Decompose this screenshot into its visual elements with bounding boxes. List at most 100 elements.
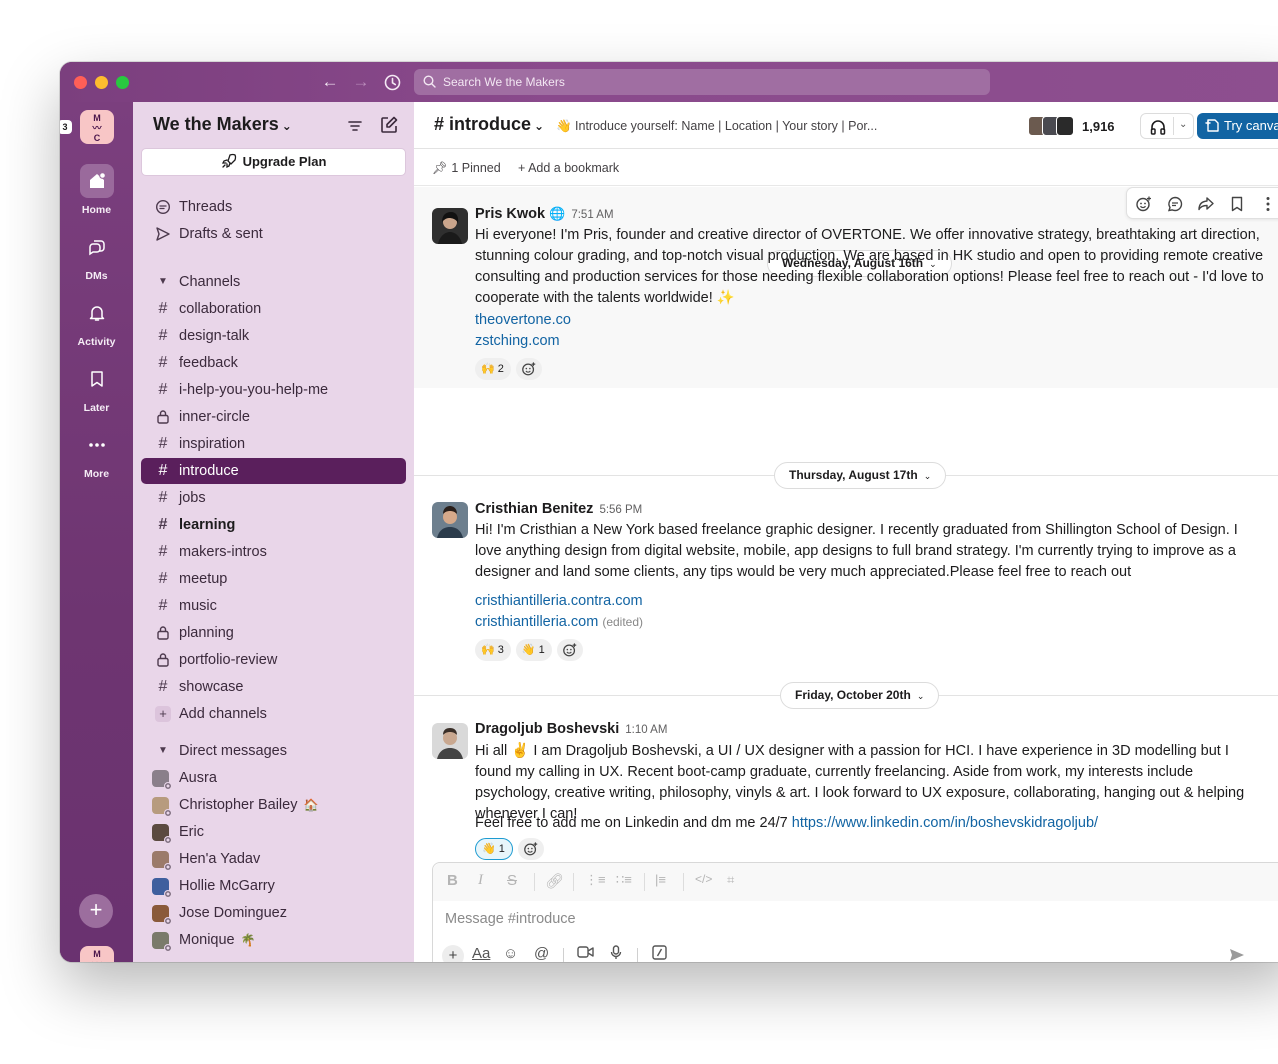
italic-icon[interactable]: I bbox=[478, 872, 483, 889]
add-reaction-button[interactable] bbox=[556, 639, 583, 661]
dm-item[interactable]: Jose Dominguez bbox=[141, 900, 406, 926]
forward-icon[interactable] bbox=[1197, 195, 1215, 213]
date-divider-pill[interactable]: Thursday, August 17th ⌄ bbox=[774, 462, 947, 489]
message-link[interactable]: zstching.com bbox=[475, 333, 560, 349]
message-author[interactable]: Cristhian Benitez 5:56 PM bbox=[475, 501, 642, 517]
forward-arrow-icon[interactable]: → bbox=[350, 71, 372, 93]
link-icon[interactable]: 🔗︎ bbox=[545, 872, 564, 890]
pinned-button[interactable]: 📌︎ 1 Pinned bbox=[432, 161, 501, 176]
bulleted-list-icon[interactable]: ∷≡ bbox=[616, 872, 632, 888]
text-format-button[interactable]: Aa bbox=[472, 945, 490, 962]
channel-name-button[interactable]: # introduce ⌄ bbox=[434, 114, 544, 135]
sidebar-item-showcase[interactable]: # showcase bbox=[141, 674, 406, 700]
chevron-down-icon[interactable]: ⌄ bbox=[1179, 119, 1187, 130]
reaction-pill[interactable]: 🙌 2 bbox=[475, 358, 511, 380]
mention-icon[interactable]: @ bbox=[534, 945, 549, 962]
shortcuts-icon[interactable] bbox=[652, 945, 667, 962]
sidebar-item-feedback[interactable]: # feedback bbox=[141, 350, 406, 376]
ordered-list-icon[interactable]: ⋮≡ bbox=[585, 872, 606, 888]
search-bar[interactable]: Search We the Makers bbox=[414, 69, 990, 95]
more-actions-icon[interactable] bbox=[1259, 195, 1277, 213]
sidebar-item-introduce[interactable]: # introduce bbox=[141, 458, 406, 484]
message-timestamp[interactable]: 5:56 PM bbox=[599, 504, 642, 516]
reply-thread-icon[interactable] bbox=[1166, 195, 1184, 213]
message-avatar[interactable] bbox=[432, 502, 468, 538]
filter-icon[interactable] bbox=[345, 116, 365, 136]
save-bookmark-icon[interactable] bbox=[1228, 195, 1246, 213]
add-reaction-button[interactable] bbox=[517, 838, 544, 860]
add-workspace-button[interactable]: + bbox=[79, 894, 113, 928]
add-channels-button[interactable]: + Add channels bbox=[141, 701, 406, 727]
reaction-pill[interactable]: 🙌 3 bbox=[475, 639, 511, 661]
dm-item[interactable]: Hen'a Yadav bbox=[141, 846, 406, 872]
sidebar-item-collaboration[interactable]: # collaboration bbox=[141, 296, 406, 322]
sidebar-item-meetup[interactable]: # meetup bbox=[141, 566, 406, 592]
sidebar-item-jobs[interactable]: # jobs bbox=[141, 485, 406, 511]
rail-item-later[interactable]: Later bbox=[60, 362, 133, 414]
add-reaction-icon[interactable] bbox=[1135, 195, 1153, 213]
bold-icon[interactable]: B bbox=[447, 872, 458, 889]
reaction-pill[interactable]: 👋 1 bbox=[515, 639, 552, 661]
sidebar-item-threads[interactable]: Threads bbox=[141, 194, 406, 220]
dm-item[interactable]: Monique 🌴 bbox=[141, 927, 406, 953]
upgrade-plan-button[interactable]: Upgrade Plan bbox=[141, 148, 406, 176]
strikethrough-icon[interactable]: S bbox=[507, 872, 517, 889]
workspace-name-button[interactable]: We the Makers ⌄ bbox=[153, 114, 292, 135]
compose-icon[interactable] bbox=[379, 115, 399, 135]
rail-item-more[interactable]: More bbox=[60, 428, 133, 480]
zoom-window-button[interactable] bbox=[116, 76, 129, 89]
blockquote-icon[interactable]: |≡ bbox=[655, 872, 666, 887]
message-avatar[interactable] bbox=[432, 208, 468, 244]
members-button[interactable]: 1,916 bbox=[1028, 114, 1115, 138]
rail-item-activity[interactable]: Activity bbox=[60, 296, 133, 348]
add-bookmark-button[interactable]: + Add a bookmark bbox=[518, 161, 619, 175]
send-button[interactable] bbox=[1229, 948, 1245, 962]
sidebar-item-drafts[interactable]: Drafts & sent bbox=[141, 221, 406, 247]
add-reaction-button[interactable] bbox=[515, 358, 542, 380]
sidebar-item-inspiration[interactable]: # inspiration bbox=[141, 431, 406, 457]
message-author[interactable]: Pris Kwok 🌐 7:51 AM bbox=[475, 206, 614, 222]
dm-section-header[interactable]: ▼ Direct messages bbox=[141, 738, 406, 764]
video-icon[interactable] bbox=[577, 945, 594, 962]
microphone-icon[interactable] bbox=[610, 945, 622, 962]
message-link[interactable]: cristhiantilleria.contra.com bbox=[475, 593, 643, 609]
channel-topic[interactable]: 👋 Introduce yourself: Name | Location | … bbox=[556, 119, 877, 134]
message-link[interactable]: theovertone.co bbox=[475, 312, 571, 328]
sidebar-item-learning[interactable]: # learning bbox=[141, 512, 406, 538]
dm-item[interactable]: Hollie McGarry bbox=[141, 873, 406, 899]
message-link[interactable]: cristhiantilleria.com (edited) bbox=[475, 614, 643, 630]
rail-item-home[interactable]: Home bbox=[60, 164, 133, 216]
channels-section-header[interactable]: ▼ Channels bbox=[141, 269, 406, 295]
reaction-pill[interactable]: 👋 1 bbox=[475, 838, 513, 860]
rail-item-dms[interactable]: DMs bbox=[60, 230, 133, 282]
dm-item[interactable]: Christopher Bailey 🏠 bbox=[141, 792, 406, 818]
dm-item[interactable]: Ausra bbox=[141, 765, 406, 791]
code-icon[interactable]: </> bbox=[695, 872, 712, 886]
code-block-icon[interactable]: ⌗ bbox=[727, 872, 734, 888]
message-input[interactable]: Message #introduce bbox=[445, 911, 576, 927]
sidebar-item-makers-intros[interactable]: # makers-intros bbox=[141, 539, 406, 565]
huddle-button[interactable]: ⌄ bbox=[1140, 113, 1194, 139]
sidebar-item-inner-circle[interactable]: inner-circle bbox=[141, 404, 406, 430]
sidebar-item-i-help-you-you-help-me[interactable]: # i-help-you-you-help-me bbox=[141, 377, 406, 403]
message-avatar[interactable] bbox=[432, 723, 468, 759]
sidebar-item-planning[interactable]: planning bbox=[141, 620, 406, 646]
try-canvas-button[interactable]: Try canva bbox=[1197, 113, 1278, 139]
message-timestamp[interactable]: 7:51 AM bbox=[571, 209, 613, 221]
plus-icon[interactable]: + bbox=[442, 945, 464, 962]
date-divider-pill[interactable]: Friday, October 20th ⌄ bbox=[780, 682, 940, 709]
dm-item[interactable]: Eric bbox=[141, 819, 406, 845]
message-link[interactable]: https://www.linkedin.com/in/boshevskidra… bbox=[792, 815, 1098, 831]
sidebar-item-design-talk[interactable]: # design-talk bbox=[141, 323, 406, 349]
message-timestamp[interactable]: 1:10 AM bbox=[625, 724, 667, 736]
sidebar-item-music[interactable]: # music bbox=[141, 593, 406, 619]
history-clock-icon[interactable] bbox=[381, 71, 403, 93]
user-avatar[interactable]: M〰C bbox=[80, 946, 114, 962]
minimize-window-button[interactable] bbox=[95, 76, 108, 89]
close-window-button[interactable] bbox=[74, 76, 87, 89]
emoji-icon[interactable]: ☺ bbox=[503, 945, 518, 962]
back-arrow-icon[interactable]: ← bbox=[319, 71, 341, 93]
workspace-avatar[interactable]: M 〰 C bbox=[80, 110, 114, 144]
sidebar-item-portfolio-review[interactable]: portfolio-review bbox=[141, 647, 406, 673]
message-author[interactable]: Dragoljub Boshevski 1:10 AM bbox=[475, 721, 667, 737]
